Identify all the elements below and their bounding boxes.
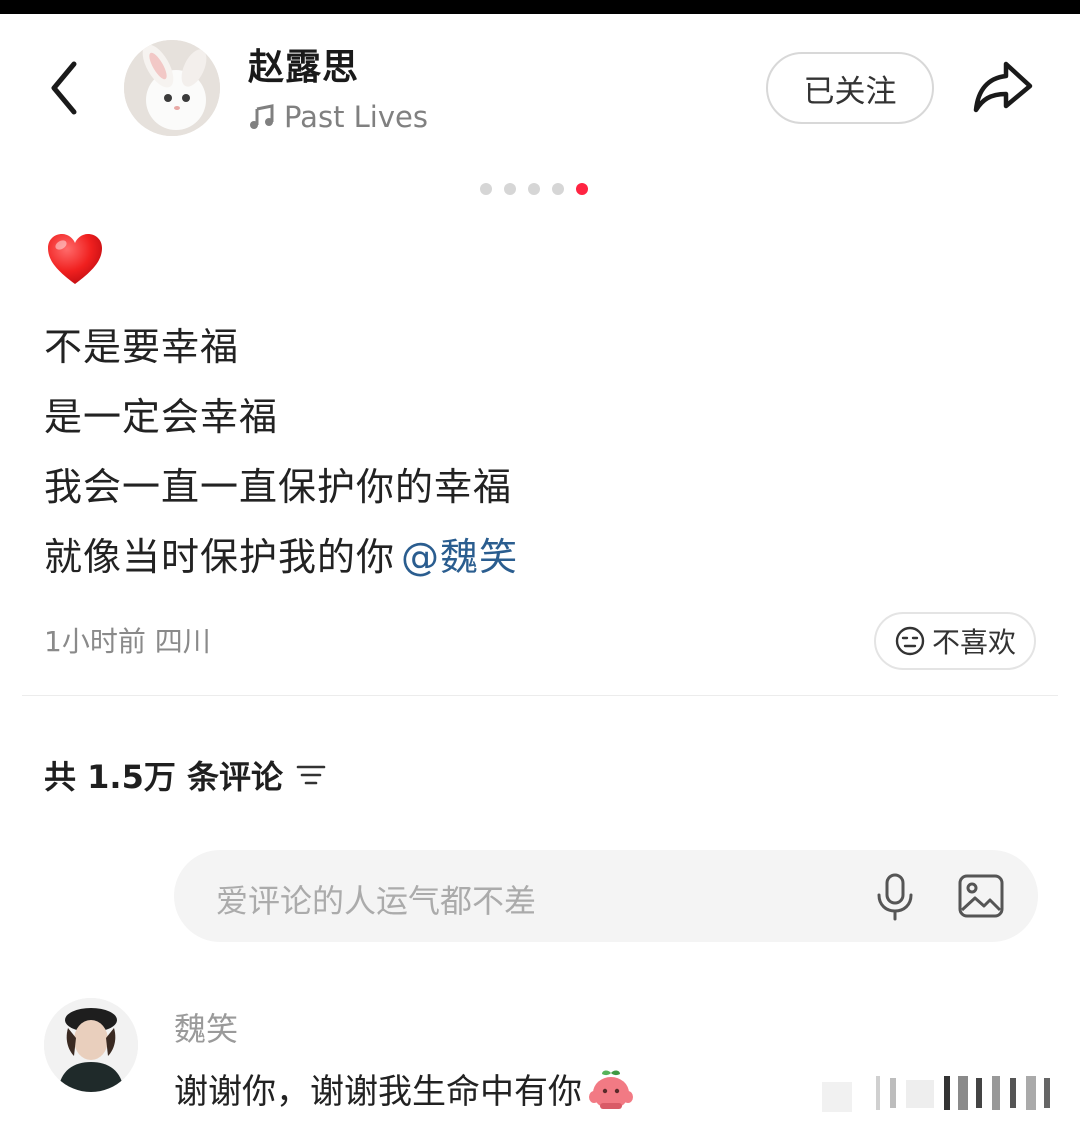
sort-lines-icon[interactable] — [295, 762, 327, 788]
comment-count-label: 共 1.5万 条评论 — [44, 758, 283, 796]
share-button[interactable] — [968, 56, 1036, 118]
peach-emoji — [589, 1069, 633, 1109]
comment-input[interactable]: 爱评论的人运气都不差 — [174, 850, 1038, 942]
red-heart-emoji — [46, 232, 104, 286]
commenter-avatar-image — [44, 998, 138, 1092]
blurred-watermark — [816, 1072, 1060, 1118]
user-mention-link[interactable]: @魏笑 — [401, 535, 518, 579]
post-time-location: 1小时前 四川 — [44, 625, 211, 658]
background-music[interactable]: Past Lives — [248, 100, 428, 134]
post-content: 不是要幸福 是一定会幸福 我会一直一直保护你的幸福 就像当时保护我的你 @魏笑 — [44, 312, 518, 592]
music-note-icon — [250, 104, 274, 129]
neutral-face-icon — [895, 626, 925, 656]
image-pager-dots — [480, 183, 600, 195]
microphone-icon — [877, 873, 913, 921]
image-input-button[interactable] — [956, 872, 1006, 920]
post-line-text: 就像当时保护我的你 — [44, 535, 396, 579]
post-line: 不是要幸福 — [44, 325, 240, 369]
comment-input-placeholder: 爱评论的人运气都不差 — [216, 882, 537, 920]
comment-username[interactable]: 魏笑 — [174, 1004, 238, 1050]
voice-input-button[interactable] — [872, 872, 918, 922]
post-line: 我会一直一直保护你的幸福 — [44, 465, 513, 509]
chevron-left-icon — [51, 61, 77, 115]
follow-button-label: 已关注 — [803, 73, 897, 110]
pager-dot[interactable] — [480, 183, 492, 195]
post-line-last: 就像当时保护我的你 @魏笑 — [44, 522, 518, 592]
comment-count-header: 共 1.5万 条评论 — [44, 752, 327, 798]
pager-dot[interactable] — [528, 183, 540, 195]
author-avatar[interactable] — [124, 40, 220, 136]
author-name[interactable]: 赵露思 — [248, 38, 359, 90]
image-icon — [958, 874, 1004, 918]
back-button[interactable] — [40, 58, 90, 118]
dislike-button[interactable]: 不喜欢 — [874, 612, 1036, 670]
post-line: 是一定会幸福 — [44, 395, 279, 439]
follow-button[interactable]: 已关注 — [766, 52, 934, 124]
section-divider — [22, 695, 1058, 696]
comment-text: 谢谢你，谢谢我生命中有你 — [174, 1064, 636, 1113]
comment-body: 谢谢你，谢谢我生命中有你 — [174, 1072, 582, 1112]
dislike-label: 不喜欢 — [931, 626, 1016, 659]
share-arrow-icon — [973, 61, 1033, 113]
pager-dot[interactable] — [552, 183, 564, 195]
pager-dot-active[interactable] — [576, 183, 588, 195]
bunny-avatar-image — [124, 40, 220, 136]
commenter-avatar[interactable] — [44, 998, 138, 1092]
status-bar-strip — [0, 0, 1080, 14]
pager-dot[interactable] — [504, 183, 516, 195]
music-title: Past Lives — [284, 100, 428, 134]
